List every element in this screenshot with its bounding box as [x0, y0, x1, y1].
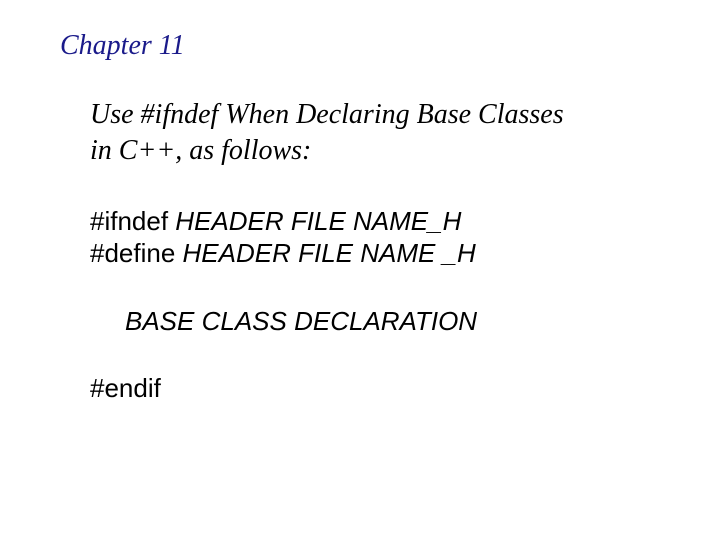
define-line: #define HEADER FILE NAME _H	[90, 237, 670, 270]
endif-line: #endif	[90, 372, 670, 405]
ifndef-keyword: #ifndef	[90, 206, 175, 236]
class-declaration-line: BASE CLASS DECLARATION	[125, 305, 670, 338]
slide-content: Use #ifndef When Declaring Base Classes …	[90, 97, 670, 405]
code-block: #ifndef HEADER FILE NAME_H #define HEADE…	[90, 205, 670, 405]
intro-text-line-2: in C++, as follows:	[90, 133, 670, 169]
slide-container: Chapter 11 Use #ifndef When Declaring Ba…	[0, 0, 720, 540]
chapter-title: Chapter 11	[60, 30, 670, 62]
intro-text-line-1: Use #ifndef When Declaring Base Classes	[90, 97, 670, 133]
ifndef-line: #ifndef HEADER FILE NAME_H	[90, 205, 670, 238]
define-header-name: HEADER FILE NAME _H	[183, 238, 476, 268]
ifndef-header-name: HEADER FILE NAME_H	[175, 206, 461, 236]
define-keyword: #define	[90, 238, 183, 268]
